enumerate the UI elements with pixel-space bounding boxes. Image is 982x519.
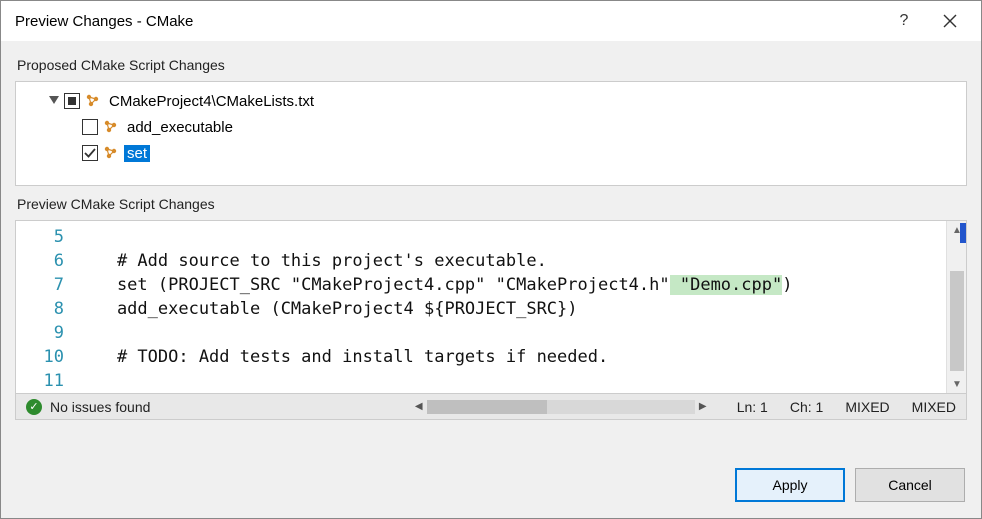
close-button[interactable] bbox=[927, 1, 973, 41]
hscroll-thumb[interactable] bbox=[427, 400, 547, 414]
tree-root-row[interactable]: CMakeProject4\CMakeLists.txt bbox=[20, 88, 962, 114]
window-title: Preview Changes - CMake bbox=[15, 13, 881, 30]
horizontal-scrollbar[interactable]: ◀ ▶ bbox=[411, 399, 711, 415]
dialog-footer: Apply Cancel bbox=[1, 456, 981, 518]
proposed-label: Proposed CMake Script Changes bbox=[15, 53, 967, 75]
editor-statusbar: ✓ No issues found ◀ ▶ Ln: 1 Ch: 1 MIXED … bbox=[16, 393, 966, 419]
cancel-button[interactable]: Cancel bbox=[855, 468, 965, 502]
tree-root-label: CMakeProject4\CMakeLists.txt bbox=[106, 93, 317, 110]
status-col: Ch: 1 bbox=[790, 399, 823, 415]
tree-item-set[interactable]: set bbox=[20, 140, 962, 166]
cmake-icon bbox=[102, 118, 120, 136]
tree-item-add-executable[interactable]: add_executable bbox=[20, 114, 962, 140]
code-area[interactable]: # Add source to this project's executabl… bbox=[76, 221, 946, 393]
scroll-thumb[interactable] bbox=[950, 271, 964, 371]
line-gutter: 567891011 bbox=[16, 221, 76, 393]
checkbox-indeterminate[interactable] bbox=[64, 93, 80, 109]
tree-item-label: set bbox=[124, 145, 150, 162]
titlebar: Preview Changes - CMake ? bbox=[1, 1, 981, 41]
preview-label: Preview CMake Script Changes bbox=[15, 192, 967, 214]
tree-item-label: add_executable bbox=[124, 119, 236, 136]
help-button[interactable]: ? bbox=[881, 1, 927, 41]
checkbox-checked[interactable] bbox=[82, 145, 98, 161]
status-eol: MIXED bbox=[912, 399, 956, 415]
dialog-content: Proposed CMake Script Changes CMakeProje… bbox=[1, 41, 981, 456]
status-ok-icon: ✓ bbox=[26, 399, 42, 415]
cmake-icon bbox=[102, 144, 120, 162]
changes-tree[interactable]: CMakeProject4\CMakeLists.txt add_executa… bbox=[15, 81, 967, 186]
status-encoding: MIXED bbox=[845, 399, 889, 415]
checkbox-unchecked[interactable] bbox=[82, 119, 98, 135]
status-message: No issues found bbox=[50, 399, 150, 415]
apply-button[interactable]: Apply bbox=[735, 468, 845, 502]
cmake-icon bbox=[84, 92, 102, 110]
scroll-change-marker bbox=[960, 223, 966, 243]
vertical-scrollbar[interactable]: ▲ ▼ bbox=[946, 221, 966, 393]
scroll-right-icon[interactable]: ▶ bbox=[695, 399, 711, 415]
status-line: Ln: 1 bbox=[737, 399, 768, 415]
scroll-left-icon[interactable]: ◀ bbox=[411, 399, 427, 415]
expander-icon[interactable] bbox=[48, 95, 60, 107]
close-icon bbox=[943, 14, 957, 28]
code-editor: 567891011 # Add source to this project's… bbox=[15, 220, 967, 420]
hscroll-track[interactable] bbox=[427, 400, 695, 414]
scroll-down-icon[interactable]: ▼ bbox=[947, 375, 966, 393]
